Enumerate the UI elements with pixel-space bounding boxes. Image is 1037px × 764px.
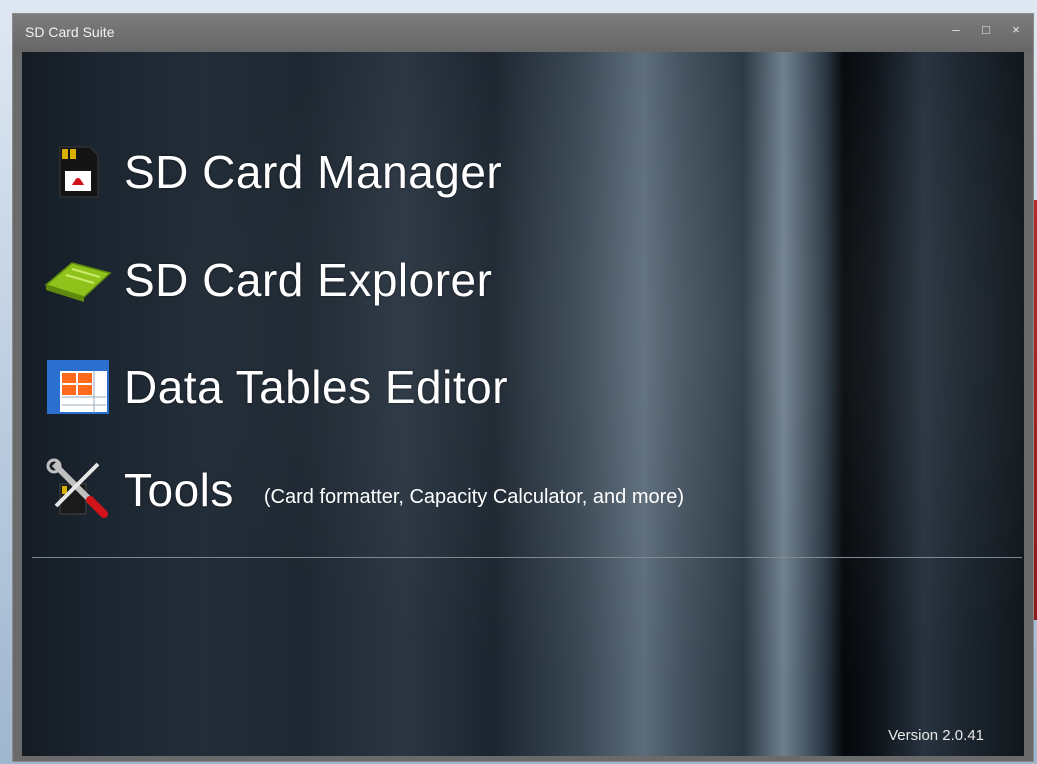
menu-sublabel: (Card formatter, Capacity Calculator, an… [263,485,685,508]
version-label: Version 2.0.41 [888,727,984,744]
minimize-button[interactable]: – [947,20,965,38]
tools-icon [42,458,114,520]
menu-label: Data Tables Editor [124,361,509,413]
menu-item-tools[interactable]: Tools (Card formatter, Capacity Calculat… [42,458,685,520]
maximize-button[interactable]: □ [977,20,995,38]
menu-item-sd-card-explorer[interactable]: SD Card Explorer [42,250,492,310]
window-title: SD Card Suite [25,24,115,40]
menu-label: SD Card Manager [124,146,503,198]
table-grid-icon [42,357,114,417]
menu-label: SD Card Explorer [124,254,493,306]
app-window: SD Card Suite – □ × SD Card Manager SD C… [12,13,1034,762]
close-button[interactable]: × [1007,20,1025,38]
title-bar[interactable]: SD Card Suite – □ × [13,14,1033,52]
menu-label: Tools [124,464,234,516]
green-card-explorer-icon [42,250,114,310]
menu-item-sd-card-manager[interactable]: SD Card Manager [42,142,502,202]
sd-card-icon [42,142,114,202]
main-panel: SD Card Manager SD Card Explorer Data Ta… [22,52,1024,756]
window-controls: – □ × [947,20,1025,38]
menu-item-data-tables-editor[interactable]: Data Tables Editor [42,357,508,417]
divider [32,557,1022,558]
